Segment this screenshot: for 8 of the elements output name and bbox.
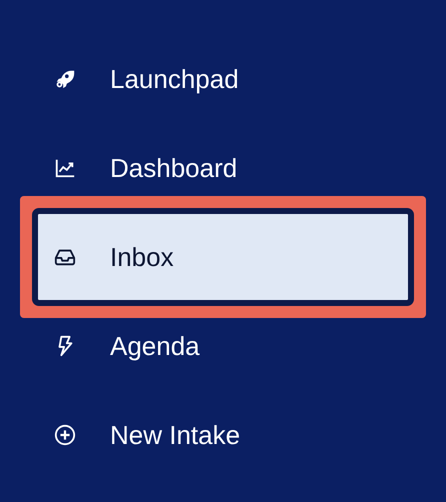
nav-item[interactable]: New Intake [38, 392, 408, 478]
nav-item[interactable]: Launchpad [38, 36, 408, 122]
nav-item[interactable]: Inbox [38, 214, 408, 300]
plus-circle-icon [54, 424, 76, 446]
nav-item[interactable]: Dashboard [38, 125, 408, 211]
nav-item[interactable]: Agenda [38, 303, 408, 389]
chart-icon [54, 157, 76, 179]
rocket-icon [54, 68, 76, 90]
